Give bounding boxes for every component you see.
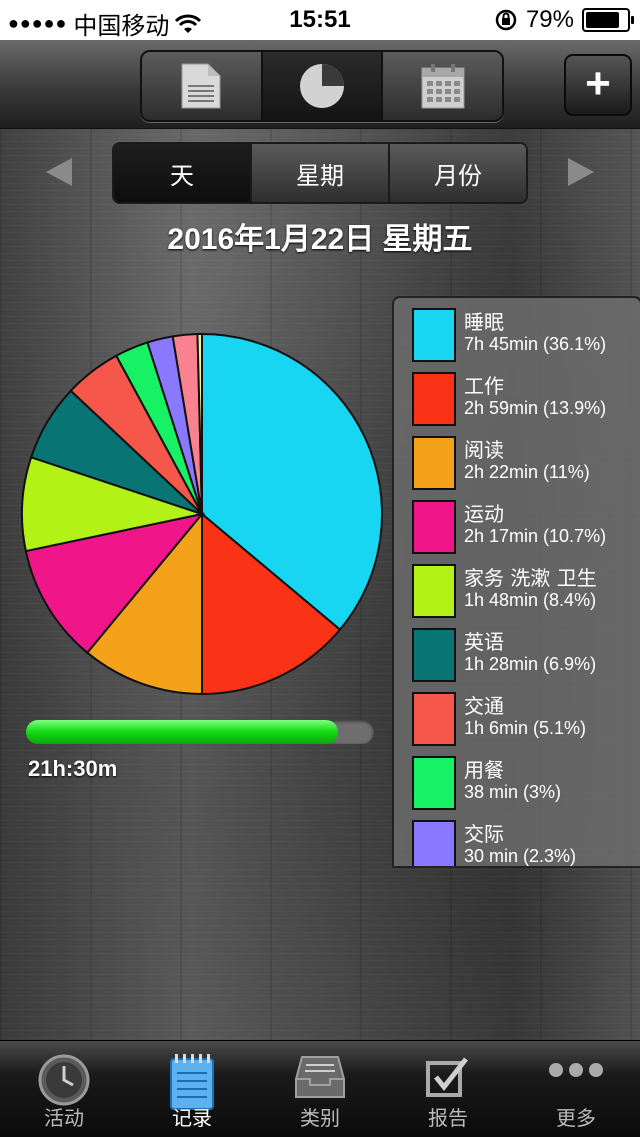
- legend-swatch: [412, 308, 456, 362]
- tab-categories[interactable]: 类别: [256, 1041, 384, 1137]
- tab-more[interactable]: 更多: [512, 1041, 640, 1137]
- legend-category-name: 工作: [464, 374, 504, 398]
- legend-category-value: 2h 17min (10.7%): [464, 526, 607, 546]
- legend-swatch: [412, 436, 456, 490]
- legend-category-name: 用餐: [464, 758, 504, 782]
- tab-records[interactable]: 记录: [128, 1041, 256, 1137]
- legend-swatch: [412, 564, 456, 618]
- legend-item[interactable]: 运动 2h 17min (10.7%): [410, 500, 640, 556]
- pie-chart-icon: [300, 64, 344, 108]
- legend-swatch: [412, 500, 456, 554]
- legend-item[interactable]: 睡眠 7h 45min (36.1%): [410, 308, 640, 364]
- legend-category-name: 交通: [464, 694, 504, 718]
- tab-activity-label: 活动: [44, 1106, 84, 1130]
- legend-swatch: [412, 820, 456, 866]
- inbox-tray-icon: [295, 1056, 345, 1098]
- legend-swatch: [412, 628, 456, 682]
- pie-chart: [21, 332, 383, 696]
- legend-category-value: 2h 59min (13.9%): [464, 398, 607, 418]
- legend-category-value: 30 min (2.3%): [464, 846, 577, 866]
- tab-reports[interactable]: 报告: [384, 1041, 512, 1137]
- legend-category-name: 运动: [464, 502, 504, 526]
- legend-category-name: 睡眠: [464, 310, 504, 334]
- battery-icon: [582, 8, 634, 32]
- tab-bar: 活动 记录 类别 报告 更多: [0, 1040, 640, 1137]
- legend-item[interactable]: 用餐 38 min (3%): [410, 756, 640, 812]
- legend-item[interactable]: 家务 洗漱 卫生 1h 48min (8.4%): [410, 564, 640, 620]
- add-button[interactable]: +: [564, 54, 632, 116]
- legend-category-value: 1h 6min (5.1%): [464, 718, 587, 738]
- period-week-tab[interactable]: 星期: [252, 144, 390, 202]
- legend-category-value: 2h 22min (11%): [464, 462, 590, 482]
- status-bar: ●●●●● 中国移动 15:51 79%: [0, 0, 640, 40]
- tab-activity[interactable]: 活动: [0, 1041, 128, 1137]
- legend-swatch: [412, 756, 456, 810]
- legend-category-value: 7h 45min (36.1%): [464, 334, 607, 354]
- view-pie-button[interactable]: [262, 52, 384, 120]
- legend-item[interactable]: 工作 2h 59min (13.9%): [410, 372, 640, 428]
- view-calendar-button[interactable]: [383, 52, 502, 120]
- legend-category-name: 阅读: [464, 438, 504, 462]
- legend-swatch: [412, 372, 456, 426]
- legend-category-value: 1h 28min (6.9%): [464, 654, 597, 674]
- more-dots-icon: [549, 1063, 603, 1077]
- legend-category-value: 38 min (3%): [464, 782, 562, 802]
- battery-percent: 79%: [525, 6, 574, 33]
- tab-more-label: 更多: [556, 1106, 596, 1130]
- view-switcher: [140, 50, 504, 122]
- status-right: 79%: [494, 6, 634, 34]
- total-time-label: 21h:30m: [28, 756, 118, 781]
- legend-swatch: [412, 692, 456, 746]
- checkbox-icon: [426, 1057, 468, 1097]
- legend-category-value: 1h 48min (8.4%): [464, 590, 597, 610]
- legend-category-name: 英语: [464, 630, 504, 654]
- legend-panel[interactable]: 睡眠 7h 45min (36.1%) 工作 2h 59min (13.9%) 阅读 2h…: [392, 296, 640, 868]
- tab-reports-label: 报告: [428, 1106, 468, 1130]
- period-selector: 天 星期 月份: [112, 142, 528, 204]
- legend-category-name: 交际: [464, 822, 504, 846]
- legend-category-name: 家务 洗漱 卫生: [464, 566, 597, 590]
- view-list-button[interactable]: [142, 52, 263, 120]
- clock-icon: [38, 1054, 90, 1106]
- previous-arrow-icon[interactable]: [46, 158, 72, 186]
- legend-item[interactable]: 英语 1h 28min (6.9%): [410, 628, 640, 684]
- tab-categories-label: 类别: [300, 1106, 340, 1130]
- legend-item[interactable]: 交际 30 min (2.3%): [410, 820, 640, 866]
- legend-item[interactable]: 阅读 2h 22min (11%): [410, 436, 640, 492]
- top-toolbar: +: [0, 40, 640, 129]
- total-progress-bar: [26, 720, 374, 744]
- tab-records-label: 记录: [172, 1106, 212, 1130]
- period-day-tab[interactable]: 天: [114, 144, 252, 202]
- progress-fill: [26, 720, 338, 744]
- legend-item[interactable]: 交通 1h 6min (5.1%): [410, 692, 640, 748]
- date-title: 2016年1月22日 星期五: [167, 223, 473, 256]
- next-arrow-icon[interactable]: [568, 158, 594, 186]
- calendar-icon: [421, 64, 465, 109]
- rotation-lock-icon: [495, 9, 517, 31]
- period-month-tab[interactable]: 月份: [390, 144, 526, 202]
- document-icon: [181, 63, 221, 109]
